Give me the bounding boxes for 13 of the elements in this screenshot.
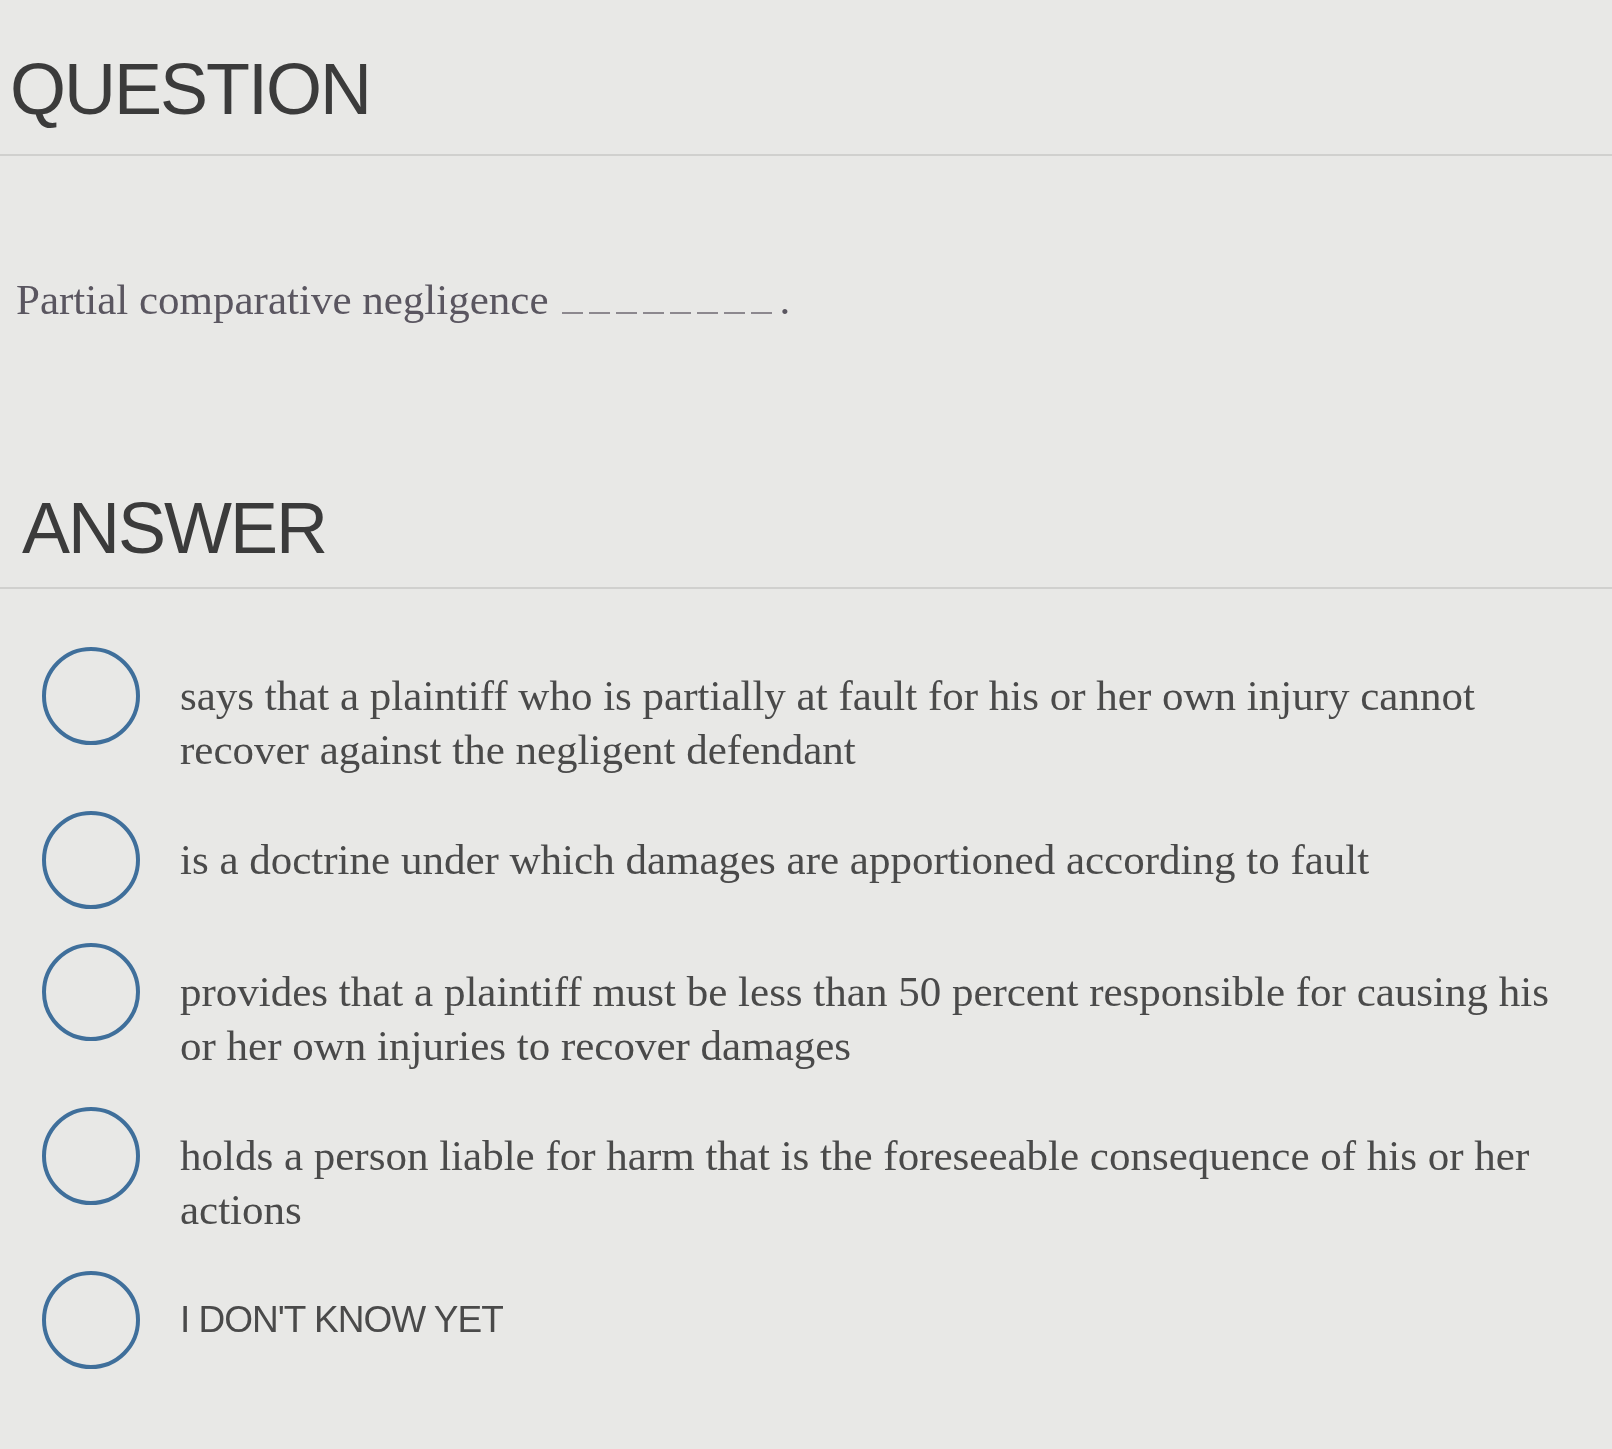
radio-button[interactable] <box>42 1106 140 1205</box>
question-text: . <box>779 275 791 325</box>
question-text: Partial comparative negligence <box>16 275 549 325</box>
radio-button[interactable] <box>42 942 140 1041</box>
option-text: provides that a plaintiff must be less than 50 percent responsible for causing his or her own injuries to recover damages <box>180 966 1550 1071</box>
option-text: holds a person liable for harm that is the foreseeable consequence of his or her actions <box>180 1130 1531 1235</box>
radio-button[interactable] <box>42 810 140 909</box>
option-text: says that a plaintiff who is partially at fault for his or her own injury cannot recover against the negligent defendant <box>180 670 1476 775</box>
radio-button[interactable] <box>42 646 140 745</box>
option-text: I DON'T KNOW YET <box>180 1297 503 1342</box>
option-text: is a doctrine under which damages are apportioned according to fault <box>180 834 1370 885</box>
section-heading: ANSWER <box>22 491 327 564</box>
radio-button[interactable] <box>42 1270 140 1369</box>
